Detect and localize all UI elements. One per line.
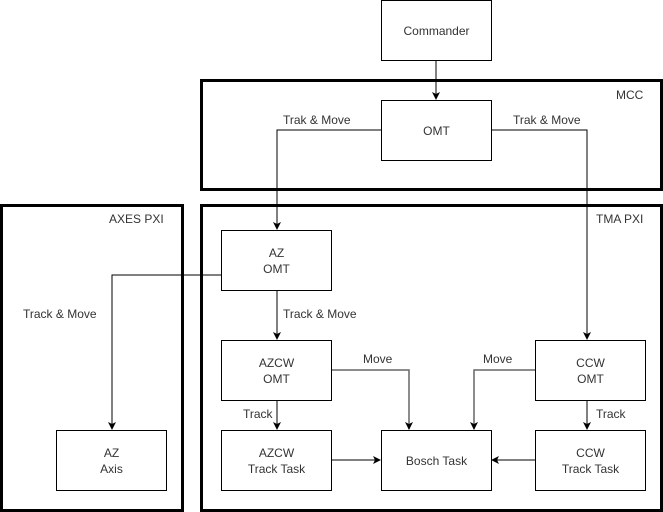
node-az-axis[interactable]: AZ Axis [56, 430, 167, 491]
edge-azcw-omt-bosch [331, 369, 413, 430]
node-azcw-track-task-label: AZCW Track Task [247, 445, 306, 476]
node-ccw-track-task[interactable]: CCW Track Task [535, 430, 646, 491]
edge-label-omt-ccw-omt: Trak & Move [513, 113, 581, 127]
node-azcw-track-task[interactable]: AZCW Track Task [221, 430, 332, 491]
node-commander[interactable]: Commander [381, 0, 492, 61]
node-bosch-task-label: Bosch Task [405, 453, 468, 468]
edge-label-az-omt-az-axis: Track & Move [23, 307, 97, 321]
node-ccw-omt-label: CCW OMT [576, 355, 605, 386]
edge-az-omt-az-axis [108, 274, 221, 430]
edge-label-azcw-omt-azcw-track: Track [243, 407, 273, 421]
node-ccw-omt[interactable]: CCW OMT [535, 340, 646, 401]
node-omt-label: OMT [423, 123, 450, 138]
edge-label-ccw-omt-bosch: Move [483, 352, 513, 366]
node-azcw-omt-label: AZCW OMT [258, 355, 295, 386]
node-commander-label: Commander [403, 23, 470, 38]
node-ccw-track-task-label: CCW Track Task [561, 445, 620, 476]
edge-ccw-omt-bosch [470, 369, 535, 430]
node-omt[interactable]: OMT [381, 100, 492, 161]
node-az-omt[interactable]: AZ OMT [221, 230, 332, 291]
edge-label-ccw-omt-ccw-track: Track [596, 407, 626, 421]
edge-omt-ccw-omt [491, 129, 591, 340]
edge-omt-az-omt [273, 129, 381, 230]
node-az-axis-label: AZ Axis [100, 445, 123, 476]
node-az-omt-label: AZ OMT [263, 245, 290, 276]
edge-label-az-omt-azcw-omt: Track & Move [283, 307, 357, 321]
edge-label-azcw-omt-bosch: Move [363, 352, 393, 366]
node-azcw-omt[interactable]: AZCW OMT [221, 340, 332, 401]
node-bosch-task[interactable]: Bosch Task [381, 430, 492, 491]
edge-label-omt-az-omt: Trak & Move [283, 113, 351, 127]
